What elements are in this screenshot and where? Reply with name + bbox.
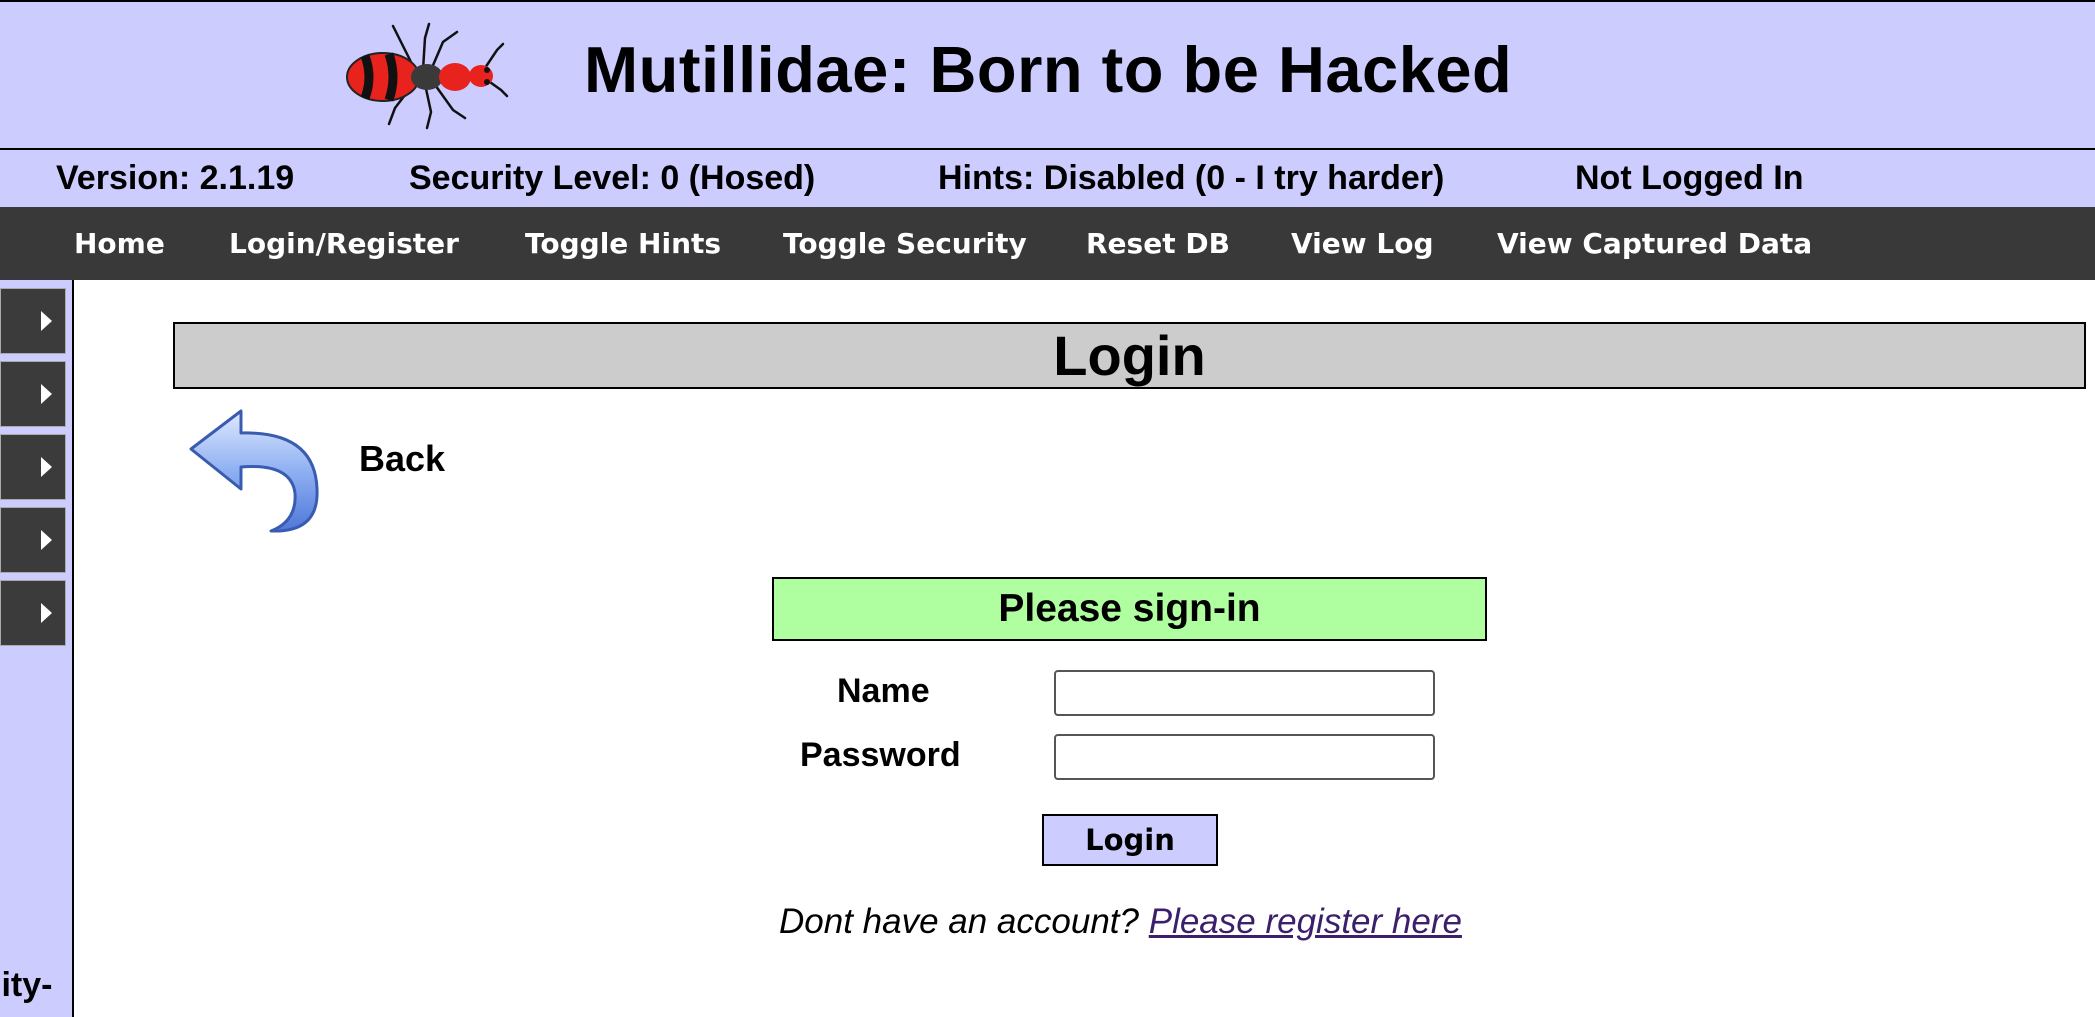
sidebar: lity- [0,280,74,1017]
nav-home[interactable]: Home [74,207,165,280]
ant-logo-icon [346,22,509,130]
register-prompt: Dont have an account? [779,902,1139,941]
nav-view-log[interactable]: View Log [1291,207,1434,280]
triangle-right-icon [41,457,52,477]
register-prompt-line: Dont have an account? Please register he… [779,898,1462,946]
header-banner: Mutillidae: Born to be Hacked [0,0,2095,150]
triangle-right-icon [41,384,52,404]
main-nav: Home Login/Register Toggle Hints Toggle … [0,207,2095,280]
signin-heading: Please sign-in [998,587,1261,630]
app-title: Mutillidae: Born to be Hacked [584,33,1513,106]
nav-view-captured-data[interactable]: View Captured Data [1497,207,1812,280]
triangle-right-icon [41,530,52,550]
page-title-bar: Login [173,322,2086,389]
hints-status-text: Hints: Disabled (0 - I try harder) [938,159,1445,197]
back-link[interactable]: Back [359,435,445,483]
login-status-text: Not Logged In [1575,159,1804,197]
triangle-right-icon [41,603,52,623]
password-label: Password [800,736,961,774]
sidebar-menu-button-2[interactable] [0,361,66,427]
nav-toggle-security[interactable]: Toggle Security [783,207,1027,280]
nav-toggle-hints[interactable]: Toggle Hints [525,207,721,280]
sidebar-menu-button-1[interactable] [0,288,66,354]
register-link[interactable]: Please register here [1149,902,1462,941]
back-arrow-icon[interactable] [183,405,327,535]
sidebar-menu-button-5[interactable] [0,580,66,646]
page-title: Login [1053,324,1206,387]
version-text: Version: 2.1.19 [56,159,295,197]
triangle-right-icon [41,311,52,331]
password-field[interactable] [1054,734,1435,780]
sidebar-text-fragment: lity- [0,966,53,1004]
login-button[interactable]: Login [1042,814,1218,866]
nav-reset-db[interactable]: Reset DB [1086,207,1230,280]
security-level-text: Security Level: 0 (Hosed) [409,159,816,197]
sidebar-menu-button-3[interactable] [0,434,66,500]
nav-login-register[interactable]: Login/Register [229,207,459,280]
sidebar-menu-button-4[interactable] [0,507,66,573]
status-bar: Version: 2.1.19 Security Level: 0 (Hosed… [0,150,2095,207]
signin-heading-box: Please sign-in [772,577,1487,641]
name-field[interactable] [1054,670,1435,716]
name-label: Name [837,672,930,710]
